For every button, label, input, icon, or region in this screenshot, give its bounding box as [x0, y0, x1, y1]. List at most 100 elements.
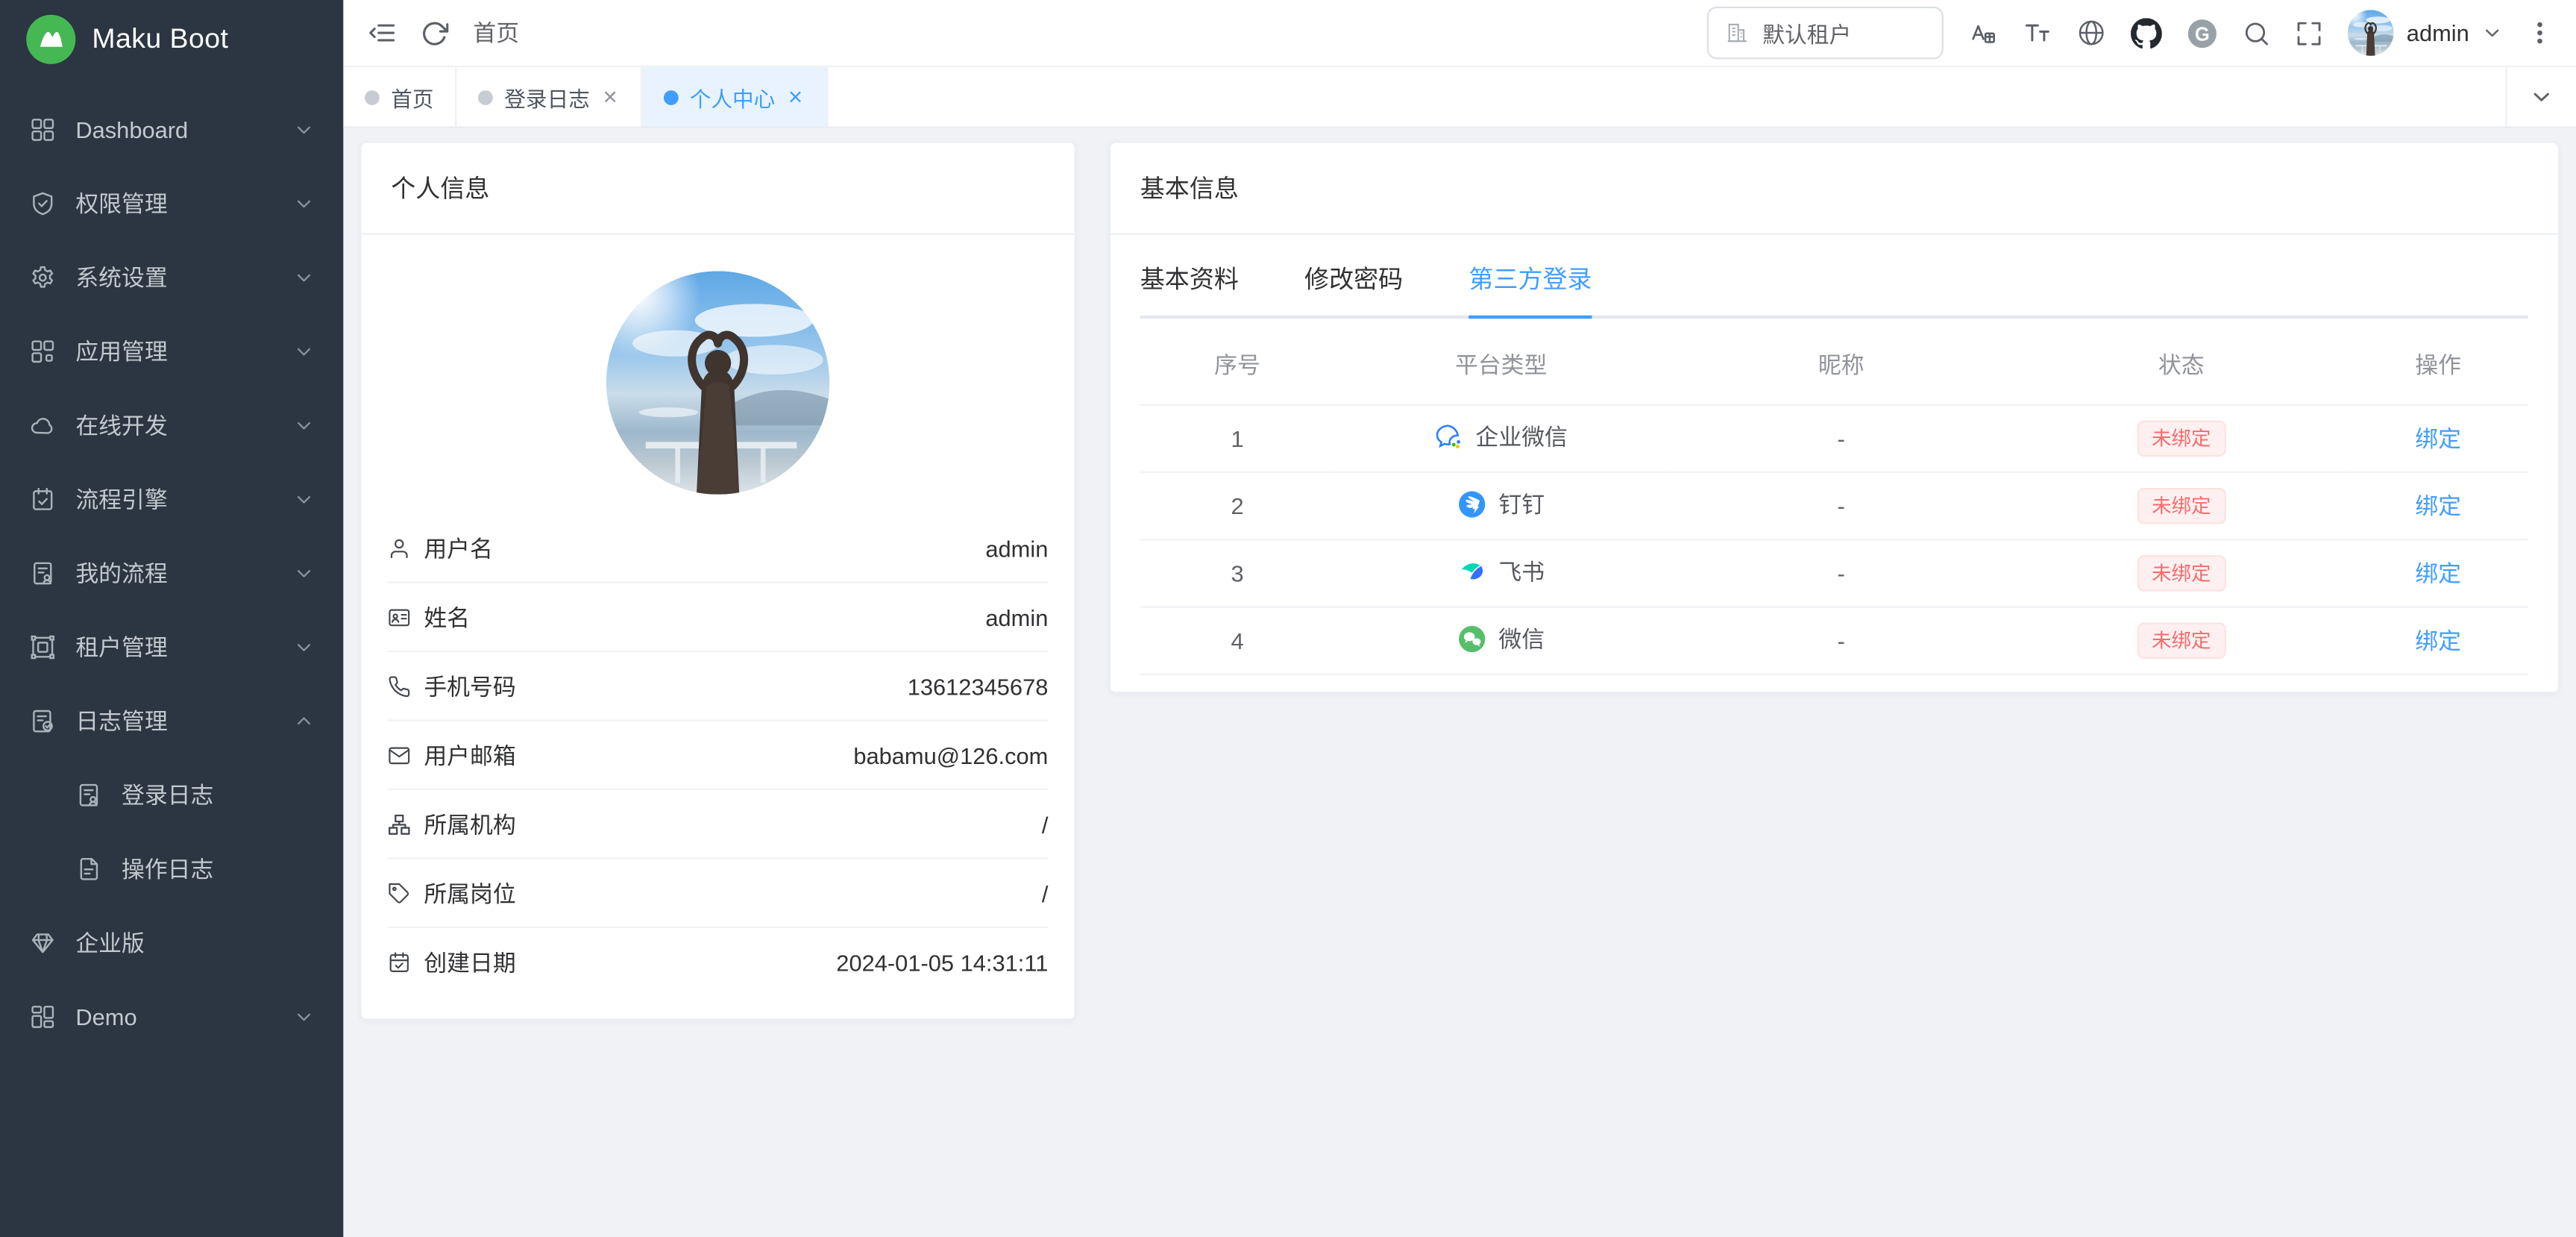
user-menu[interactable]: admin: [2347, 10, 2501, 56]
diamond-icon: [30, 929, 56, 955]
sidebar-item-my-flows[interactable]: 我的流程: [0, 536, 343, 610]
table-row: 1 企业微信 - 未绑定 绑定: [1140, 405, 2528, 472]
document-check-icon: [30, 707, 56, 733]
tabs-bar: 首页 登录日志 × 个人中心 ×: [343, 67, 2576, 128]
col-status: 状态: [2014, 325, 2348, 405]
sidebar-item-permissions[interactable]: 权限管理: [0, 166, 343, 239]
calendar-icon: [388, 951, 411, 974]
github-icon[interactable]: [2131, 17, 2162, 48]
sidebar-item-workflow-engine[interactable]: 流程引擎: [0, 462, 343, 536]
chevron-down-icon: [2482, 23, 2501, 43]
field-organization: 所属机构 /: [388, 790, 1049, 859]
basic-info-title: 基本信息: [1110, 143, 2558, 235]
field-mobile: 手机号码 13612345678: [388, 652, 1049, 721]
profile-fields: 用户名 admin 姓名 admin 手机号码 13612345678: [362, 514, 1075, 1018]
table-row: 3 飞书 - 未绑定 绑定: [1140, 539, 2528, 607]
chevron-down-icon: [294, 1006, 313, 1026]
field-email: 用户邮箱 babamu@126.com: [388, 721, 1049, 790]
globe-icon[interactable]: [2076, 18, 2106, 48]
breadcrumb[interactable]: 首页: [473, 16, 519, 49]
status-badge: 未绑定: [2137, 421, 2225, 457]
gear-icon: [30, 263, 56, 289]
topbar: 首页 G: [343, 0, 2576, 67]
tab-change-password[interactable]: 修改密码: [1304, 261, 1403, 316]
sidebar-collapse-icon[interactable]: [366, 18, 396, 48]
tab-dot: [365, 90, 380, 104]
field-post: 所属岗位 /: [388, 859, 1049, 928]
tenant-input[interactable]: [1759, 19, 1925, 46]
chevron-down-icon: [294, 563, 313, 582]
sidebar-item-operation-log[interactable]: 操作日志: [0, 831, 343, 905]
close-icon[interactable]: ×: [601, 84, 619, 109]
sidebar-item-login-log[interactable]: 登录日志: [0, 757, 343, 831]
main-area: 首页 G: [343, 0, 2576, 1237]
basic-info-card: 基本信息 基本资料 修改密码 第三方登录 序号 平台类型 昵称: [1109, 141, 2560, 693]
user-icon: [388, 536, 411, 560]
field-username: 用户名 admin: [388, 514, 1049, 583]
platform-cell: 微信: [1457, 623, 1545, 656]
profile-card-title: 个人信息: [362, 143, 1075, 235]
document-user-icon: [75, 781, 101, 807]
chevron-up-icon: [294, 710, 313, 730]
document-user-icon: [30, 560, 56, 586]
bind-link[interactable]: 绑定: [2415, 493, 2461, 519]
sidebar-item-tenant-management[interactable]: 租户管理: [0, 610, 343, 683]
apps-grid-icon: [30, 337, 56, 363]
tag-icon: [388, 881, 411, 904]
sidebar-item-enterprise[interactable]: 企业版: [0, 905, 343, 979]
tab-profile-center[interactable]: 个人中心 ×: [642, 67, 827, 126]
tenant-frame-icon: [30, 633, 56, 660]
chevron-down-icon: [294, 267, 313, 286]
bind-link[interactable]: 绑定: [2415, 627, 2461, 654]
refresh-icon[interactable]: [421, 19, 448, 46]
col-action: 操作: [2348, 325, 2528, 405]
chevron-down-icon: [294, 341, 313, 360]
col-nickname: 昵称: [1668, 325, 2014, 405]
bind-link[interactable]: 绑定: [2415, 425, 2461, 451]
app-logo[interactable]: Maku Boot: [0, 0, 343, 79]
status-badge: 未绑定: [2137, 488, 2225, 524]
tab-basic-profile[interactable]: 基本资料: [1140, 261, 1239, 316]
demo-grid-icon: [30, 1003, 56, 1029]
translate-icon[interactable]: [1968, 18, 1998, 48]
sidebar-item-demo[interactable]: Demo: [0, 979, 343, 1053]
search-icon[interactable]: [2243, 19, 2270, 46]
dashboard-grid-icon: [30, 116, 56, 142]
sidebar-item-dashboard[interactable]: Dashboard: [0, 92, 343, 166]
gitee-icon[interactable]: G: [2187, 17, 2218, 48]
svg-text:G: G: [2195, 23, 2210, 44]
col-platform: 平台类型: [1334, 325, 1668, 405]
envelope-icon: [388, 743, 411, 766]
tab-third-party-login[interactable]: 第三方登录: [1468, 261, 1592, 316]
profile-card: 个人信息 用户名 admin 姓名 admin: [359, 141, 1075, 1020]
username: admin: [2407, 19, 2469, 46]
fullscreen-icon[interactable]: [2295, 19, 2322, 46]
sidebar-item-log-management[interactable]: 日志管理: [0, 683, 343, 757]
tab-dot: [478, 90, 493, 104]
tab-home[interactable]: 首页: [343, 67, 456, 126]
profile-avatar[interactable]: [606, 271, 830, 494]
chevron-down-icon: [294, 415, 313, 434]
bind-link[interactable]: 绑定: [2415, 560, 2461, 586]
sidebar-item-app-management[interactable]: 应用管理: [0, 314, 343, 388]
profile-avatar-wrap: [362, 235, 1075, 514]
kebab-menu-icon[interactable]: [2527, 19, 2553, 46]
avatar: [2347, 10, 2393, 56]
org-tree-icon: [388, 812, 411, 836]
sidebar-item-online-dev[interactable]: 在线开发: [0, 388, 343, 462]
field-fullname: 姓名 admin: [388, 583, 1049, 652]
tabs-dropdown-button[interactable]: [2505, 67, 2576, 126]
platform-cell: 企业微信: [1434, 421, 1567, 454]
tab-login-log[interactable]: 登录日志 ×: [456, 67, 641, 126]
status-badge: 未绑定: [2137, 623, 2225, 659]
feishu-icon: [1457, 557, 1487, 586]
chevron-down-icon: [294, 489, 313, 508]
chevron-down-icon: [2530, 85, 2553, 108]
close-icon[interactable]: ×: [787, 84, 805, 109]
sidebar-item-system-settings[interactable]: 系统设置: [0, 239, 343, 313]
document-lines-icon: [75, 855, 101, 881]
table-row: 2 钉钉 - 未绑定 绑定: [1140, 472, 2528, 539]
tenant-selector[interactable]: [1706, 7, 1943, 59]
font-size-icon[interactable]: [2022, 18, 2052, 48]
basic-info-tabs: 基本资料 修改密码 第三方登录: [1140, 235, 2528, 319]
